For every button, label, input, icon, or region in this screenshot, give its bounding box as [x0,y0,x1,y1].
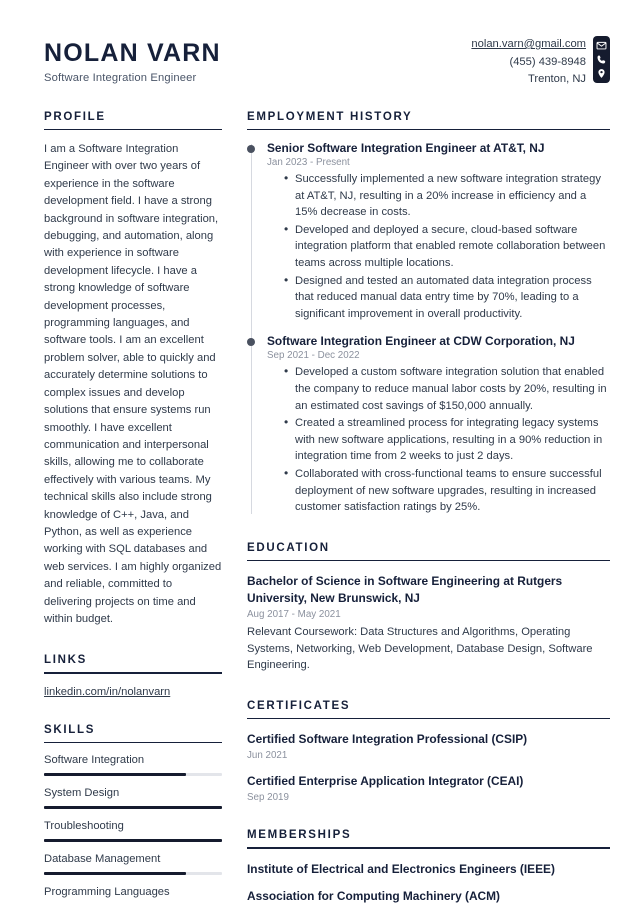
phone-icon [596,54,607,65]
employment-dates: Sep 2021 - Dec 2022 [267,350,360,362]
certificate-dates: Jun 2021 [247,750,288,762]
timeline-dot-icon [247,337,255,346]
list-item: Developed a custom software integration … [284,363,610,414]
list-item: Successfully implemented a new software … [284,170,610,221]
membership-item: Association for Computing Machinery (ACM… [247,888,501,903]
section-heading-skills: SKILLS [44,723,96,736]
certificate-entry: Certified Enterprise Application Integra… [247,773,610,803]
list-item: Created a streamlined process for integr… [284,414,610,465]
skill-item: Database Management [44,853,222,876]
education-entry: Bachelor of Science in Software Engineer… [247,573,610,674]
resume-header: NOLAN VARN Software Integration Engineer… [0,0,640,89]
employment-bullets: Successfully implemented a new software … [267,170,610,323]
section-divider [44,128,222,130]
section-employment-history: EMPLOYMENT HISTORY Senior Software Integ… [247,111,610,516]
skill-level-fill [44,773,187,777]
certificate-title: Certified Software Integration Professio… [247,732,528,747]
employment-title: Software Integration Engineer at CDW Cor… [267,334,575,349]
contact-lines: nolan.varn@gmail.com (455) 439-8948 Tren… [471,36,586,89]
headline-job-title: Software Integration Engineer [44,71,197,84]
section-divider [44,672,222,674]
section-memberships: MEMBERSHIPS Institute of Electrical and … [247,829,610,903]
list-item: Designed and tested an automated data in… [284,272,610,323]
employment-timeline: Senior Software Integration Engineer at … [247,140,610,516]
list-item: Developed and deployed a secure, cloud-b… [284,221,610,272]
contact-block: nolan.varn@gmail.com (455) 439-8948 Tren… [471,34,610,89]
identity-block: NOLAN VARN Software Integration Engineer [44,34,221,84]
education-title: Bachelor of Science in Software Engineer… [247,574,563,606]
section-profile: PROFILE I am a Software Integration Engi… [44,111,222,629]
education-description: Relevant Coursework: Data Structures and… [247,626,593,672]
section-heading-profile: PROFILE [44,110,106,123]
skill-item: Programming Languages [44,886,222,905]
section-certificates: CERTIFICATES Certified Software Integrat… [247,700,610,803]
contact-icon-strip [593,36,610,83]
list-item: Collaborated with cross-functional teams… [284,465,610,516]
skill-level-fill [44,872,187,876]
right-column: EMPLOYMENT HISTORY Senior Software Integ… [247,111,610,905]
education-list: Bachelor of Science in Software Engineer… [247,573,610,674]
skill-level-fill [44,806,222,810]
section-divider [247,128,610,130]
section-education: EDUCATION Bachelor of Science in Softwar… [247,542,610,674]
employment-title: Senior Software Integration Engineer at … [267,141,545,155]
resume-columns: PROFILE I am a Software Integration Engi… [0,111,640,905]
skill-level-bar [44,806,222,810]
skills-list: Software Integration System Design Trouble… [44,754,222,905]
section-links: LINKS linkedin.com/in/nolanvarn [44,654,222,698]
link-item[interactable]: linkedin.com/in/nolanvarn [44,686,222,698]
employment-entry: Senior Software Integration Engineer at … [247,140,610,323]
skill-label: Troubleshooting [44,820,124,833]
section-heading-employment: EMPLOYMENT HISTORY [247,110,413,123]
skill-label: Database Management [44,853,161,866]
skill-level-bar [44,839,222,843]
certificate-dates: Sep 2019 [247,792,289,804]
left-column: PROFILE I am a Software Integration Engi… [44,111,222,905]
section-divider [247,847,610,849]
skill-label: System Design [44,787,120,800]
section-heading-certificates: CERTIFICATES [247,699,351,712]
skill-level-bar [44,872,222,876]
envelope-icon [596,40,607,51]
section-heading-education: EDUCATION [247,541,330,554]
skill-level-fill [44,839,222,843]
section-skills: SKILLS Software Integration System Design… [44,724,222,905]
memberships-list: Institute of Electrical and Electronics … [247,862,610,903]
contact-email[interactable]: nolan.varn@gmail.com [471,36,586,54]
section-heading-links: LINKS [44,654,87,667]
certificate-entry: Certified Software Integration Professio… [247,731,610,761]
section-divider [247,717,610,720]
contact-phone: (455) 439-8948 [509,55,586,68]
skill-label: Programming Languages [44,886,170,899]
contact-location: Trenton, NJ [527,73,586,85]
skill-label: Software Integration [44,754,145,767]
page-title: NOLAN VARN [44,39,221,67]
resume-page: NOLAN VARN Software Integration Engineer… [0,0,640,905]
certificate-title: Certified Enterprise Application Integra… [247,774,524,789]
employment-dates: Jan 2023 - Present [267,157,350,169]
employment-bullets: Developed a custom software integration … [267,363,610,516]
skill-level-bar [44,773,222,777]
section-divider [247,559,610,562]
section-divider [44,741,222,744]
employment-entry: Software Integration Engineer at CDW Cor… [247,333,610,516]
skill-item: System Design [44,787,222,810]
skill-item: Software Integration [44,754,222,777]
timeline-dot-icon [247,144,255,153]
location-pin-icon [596,68,607,79]
certificates-list: Certified Software Integration Professio… [247,731,610,803]
section-heading-memberships: MEMBERSHIPS [247,829,352,842]
skill-item: Troubleshooting [44,820,222,843]
education-dates: Aug 2017 - May 2021 [247,609,341,621]
profile-summary-text: I am a Software Integration Engineer wit… [44,143,222,625]
membership-item: Institute of Electrical and Electronics … [247,861,555,876]
